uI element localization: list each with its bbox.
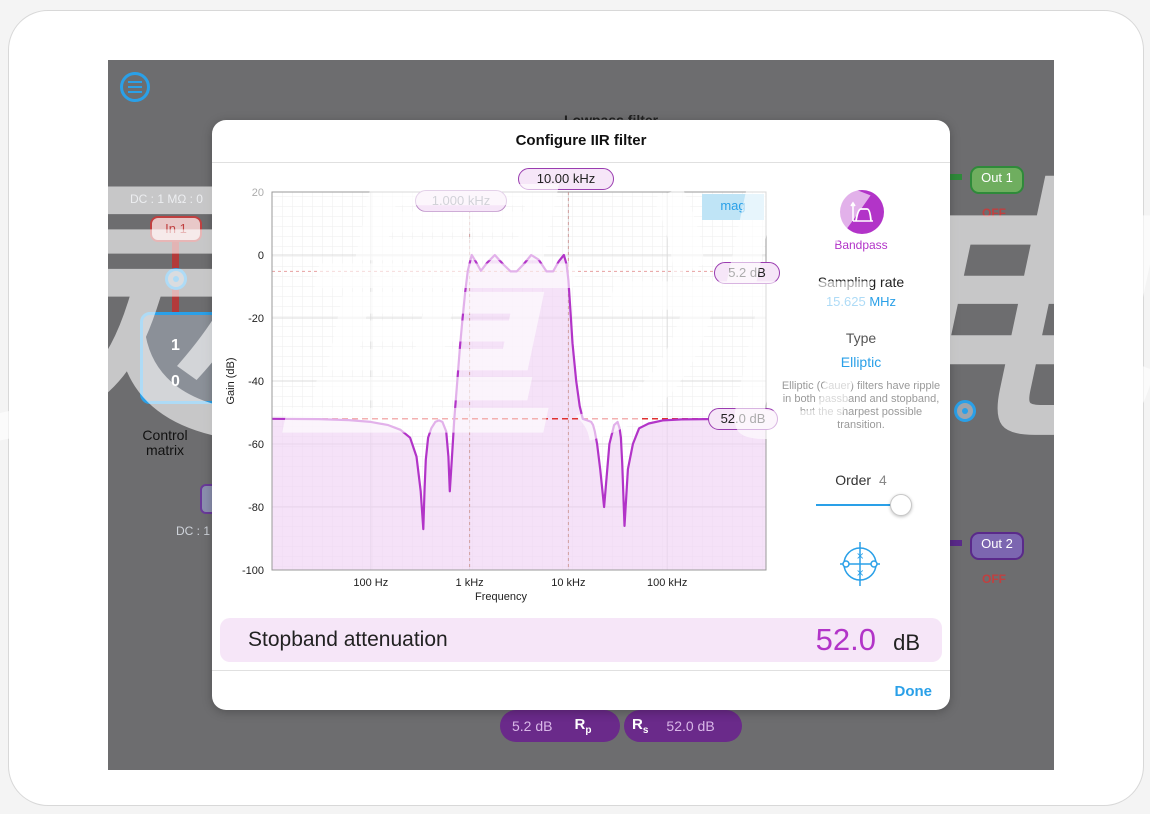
parameter-value[interactable]: 52.0 xyxy=(816,622,876,658)
out2-wire xyxy=(948,540,962,546)
output-2-node[interactable]: Out 2 xyxy=(970,532,1024,560)
parameter-label: Stopband attenuation xyxy=(248,628,448,651)
stopband-attenuation-pill[interactable]: Rs 52.0 dB xyxy=(624,710,742,742)
order-slider-fill xyxy=(816,504,900,506)
output-2-status[interactable]: OFF xyxy=(982,572,1006,586)
x-tick-label: 1 kHz xyxy=(456,577,484,589)
rs-symbol: Rs xyxy=(632,716,649,736)
parameter-value-bar[interactable]: Stopband attenuation 52.0 dB xyxy=(220,618,942,662)
svg-text:×: × xyxy=(856,568,864,579)
rp-symbol: Rp xyxy=(574,716,592,736)
y-tick-label: -100 xyxy=(242,565,264,577)
order-slider-knob[interactable] xyxy=(889,494,912,516)
svg-text:×: × xyxy=(856,551,864,562)
parameter-unit: dB xyxy=(893,630,920,655)
menu-icon[interactable] xyxy=(120,72,150,102)
x-tick-label: 10 kHz xyxy=(551,577,585,589)
done-button[interactable]: Done xyxy=(895,683,933,700)
passband-ripple-pill[interactable]: 5.2 dB Rp xyxy=(500,710,620,742)
x-axis-label: Frequency xyxy=(475,591,527,603)
dialog-footer: Done xyxy=(212,670,950,710)
dialog-title: Configure IIR filter xyxy=(212,120,950,163)
stopband-attenuation-pill-value: 52.0 dB xyxy=(666,718,715,734)
pole-zero-plot-button[interactable]: × × xyxy=(836,540,884,588)
x-tick-label: 100 kHz xyxy=(647,577,687,589)
watermark: 灵量光电 xyxy=(0,161,1150,472)
pole-zero-icon: × × xyxy=(840,542,880,586)
passband-ripple-value: 5.2 dB xyxy=(512,718,553,734)
dc-input2-setting[interactable]: DC : 1 xyxy=(176,524,210,538)
order-label: Order 4 xyxy=(835,472,887,488)
y-tick-label: -80 xyxy=(248,502,264,514)
x-tick-label: 100 Hz xyxy=(353,577,388,589)
